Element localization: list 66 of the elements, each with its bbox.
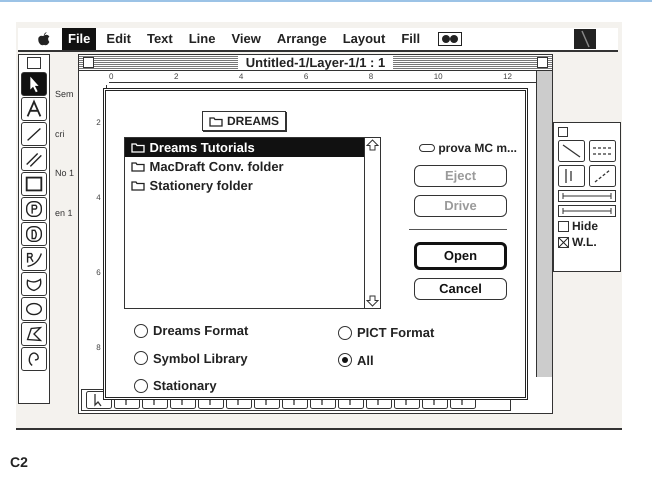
oval-tool-icon[interactable] — [21, 297, 47, 321]
menu-item[interactable]: Text — [140, 28, 179, 50]
file-list-item[interactable]: Dreams Tutorials — [124, 138, 364, 157]
zoom-box[interactable] — [537, 57, 548, 68]
vertical-scroll-bar[interactable] — [536, 71, 552, 377]
radio-button[interactable]: Symbol Library — [134, 348, 338, 368]
pen-icon — [574, 29, 596, 49]
d-tool-icon[interactable] — [21, 222, 47, 246]
file-list-item[interactable]: MacDraft Conv. folder — [124, 157, 364, 176]
close-box[interactable] — [83, 57, 94, 68]
rectangle-tool-icon[interactable] — [21, 172, 47, 196]
folder-icon — [208, 116, 223, 126]
figure-caption: C2 — [10, 453, 28, 472]
label-fragment: en 1 — [55, 206, 74, 220]
glasses-icon — [438, 32, 462, 46]
menu-item[interactable]: Fill — [395, 28, 426, 50]
p-tool-icon[interactable] — [21, 197, 47, 221]
checkbox-square-icon[interactable] — [558, 221, 569, 232]
folder-icon — [130, 180, 144, 191]
measure-tool-icon[interactable] — [588, 165, 616, 187]
scroll-bar[interactable] — [364, 138, 380, 308]
radio-button[interactable]: All — [338, 350, 434, 370]
folder-icon — [130, 142, 144, 153]
close-box[interactable] — [558, 127, 568, 137]
disk-name: prova MC m... — [438, 140, 517, 157]
file-list-item[interactable]: Stationery folder — [124, 176, 364, 195]
label-fragment: No 1 — [55, 167, 75, 180]
menu-item[interactable]: Edit — [100, 28, 137, 50]
checkbox[interactable]: W.L. — [558, 236, 616, 249]
dialog-button[interactable]: Cancel — [414, 278, 507, 300]
radio-button[interactable]: PICT Format — [338, 323, 434, 342]
folder-icon — [130, 161, 144, 172]
double-line-tool-icon[interactable] — [21, 147, 47, 171]
menu-item[interactable]: File — [62, 28, 96, 50]
checkbox[interactable]: Hide — [558, 220, 616, 233]
menu-item[interactable]: Line — [182, 28, 222, 50]
window-title: Untitled-1/Layer-1/1 : 1 — [238, 56, 394, 70]
checkbox-square-icon[interactable] — [558, 237, 569, 248]
dialog-button[interactable]: Open — [414, 242, 507, 270]
measure-tool-icon[interactable] — [558, 165, 585, 187]
line-tool-icon[interactable] — [21, 122, 47, 146]
radio-button[interactable]: Stationary — [134, 376, 338, 396]
polygon-tool-icon[interactable] — [21, 322, 47, 346]
folder-popup[interactable]: DREAMS — [202, 111, 286, 131]
radio-indicator[interactable] — [338, 326, 352, 340]
r-tool-icon[interactable] — [21, 247, 47, 271]
arrow-tool-icon[interactable] — [21, 72, 47, 96]
apple-logo-icon — [38, 32, 50, 46]
radio-indicator[interactable] — [338, 353, 352, 368]
up-arrow-icon[interactable] — [364, 138, 380, 152]
down-arrow-icon[interactable] — [364, 294, 380, 308]
menu-item[interactable]: Arrange — [270, 28, 333, 50]
label-fragment: cri — [55, 128, 66, 140]
radio-button[interactable]: Dreams Format — [134, 321, 338, 340]
menu-item[interactable]: View — [225, 28, 267, 50]
radio-indicator[interactable] — [134, 378, 148, 393]
blob-tool-icon[interactable] — [21, 272, 47, 296]
spiral-tool-icon[interactable] — [21, 347, 47, 371]
label-fragment: Sem — [55, 88, 75, 101]
measure-tool-icon[interactable] — [558, 140, 585, 162]
menu-item[interactable]: Layout — [336, 28, 392, 50]
measure-tool-icon[interactable] — [588, 140, 616, 162]
radio-indicator[interactable] — [134, 324, 148, 338]
close-box[interactable] — [27, 57, 41, 69]
radio-indicator[interactable] — [134, 351, 148, 366]
text-tool-icon[interactable] — [21, 97, 47, 121]
